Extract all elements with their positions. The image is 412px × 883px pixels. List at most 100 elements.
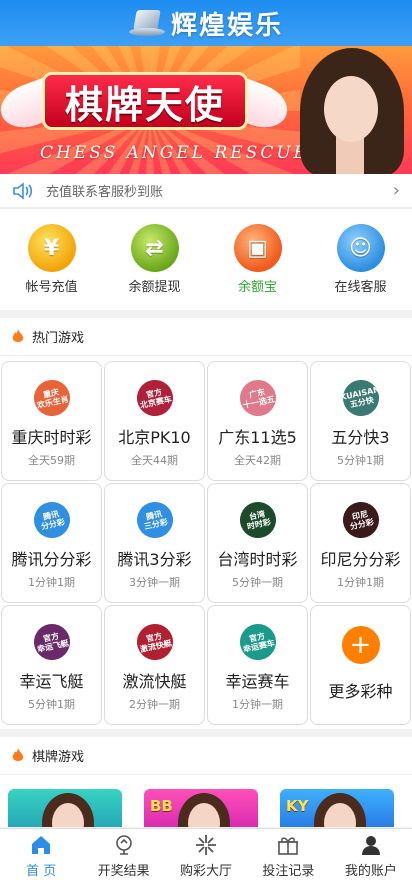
quick-yuebao-button[interactable]: ▣ 余额宝 xyxy=(206,209,309,310)
game-name: 腾讯分分彩 xyxy=(11,550,92,569)
game-frequency: 全天42期 xyxy=(234,454,281,467)
app-page: 辉煌娱乐 棋牌天使 CHESS ANGEL RESCUE 充值联系客服秒到账 ›… xyxy=(0,0,412,883)
game-tile[interactable]: 台湾 时时彩台湾时时彩 5分钟一期 xyxy=(207,483,308,603)
lottery-badge-icon: 腾讯 分分彩 xyxy=(30,498,73,542)
hot-games-grid: 重庆 欢乐生肖 重庆时时彩 全天59期 官方 北京赛车 北京PK10 全天44期 广东 十一… xyxy=(0,356,412,729)
section-title: 棋牌游戏 xyxy=(32,750,85,765)
user-icon xyxy=(361,836,380,855)
card-tag: BB xyxy=(150,797,173,815)
card-games-row: BB KY xyxy=(0,775,412,827)
customer-service-icon: ☺ xyxy=(336,224,385,272)
game-name: 印尼分分彩 xyxy=(320,550,401,569)
logo: 辉煌娱乐 xyxy=(128,5,283,42)
game-frequency: 2分钟一期 xyxy=(129,698,180,711)
quick-service-button[interactable]: ☺ 在线客服 xyxy=(309,209,412,310)
game-frequency: 全天44期 xyxy=(131,454,178,467)
lottery-badge-icon: 官方 幸运飞艇 xyxy=(30,620,73,664)
card-tag: KY xyxy=(286,797,309,815)
game-tile[interactable]: 印尼 分分彩印尼分分彩 1分钟1期 xyxy=(310,483,411,603)
gift-box-icon: ▣ xyxy=(233,224,282,272)
game-tile[interactable]: 官方 北京赛车北京PK10 全天44期 xyxy=(104,361,205,481)
flame-icon xyxy=(12,748,24,761)
game-name: 广东11选5 xyxy=(218,428,297,447)
banner-title: 棋牌天使 xyxy=(64,82,225,127)
lottery-badge-icon: 重庆 欢乐生肖 xyxy=(30,376,73,420)
lottery-badge-icon: 广东 十一选五 xyxy=(236,376,279,420)
game-tile[interactable]: 重庆 欢乐生肖重庆时时彩全天59期 xyxy=(1,361,102,481)
notice-bar[interactable]: 充值联系客服秒到账 › xyxy=(0,174,412,208)
more-games-label: 更多彩种 xyxy=(328,682,393,701)
game-name: 激流快艇 xyxy=(122,672,187,691)
quick-label: 余额宝 xyxy=(237,280,277,295)
hot-games-header: 热门游戏 xyxy=(0,318,412,356)
lottery-badge-icon: 腾讯 三分彩 xyxy=(133,498,176,542)
logo-gem-icon xyxy=(128,8,165,38)
lottery-badge-icon: KUAISAN 五分快 xyxy=(339,376,382,420)
game-tile[interactable]: 官方 激流快艇激流快艇 2分钟一期 xyxy=(104,605,205,725)
banner-title-box: 棋牌天使 xyxy=(42,72,248,130)
game-tile[interactable]: KUAISAN 五分快五分快3 5分钟1期 xyxy=(310,361,411,481)
card-game-tile[interactable]: KY xyxy=(280,789,394,827)
promo-banner[interactable]: 棋牌天使 CHESS ANGEL RESCUE xyxy=(0,46,412,174)
banner-subtitle: CHESS ANGEL RESCUE xyxy=(40,143,310,163)
flame-icon xyxy=(12,329,24,342)
game-name: 五分快3 xyxy=(331,428,390,447)
game-frequency: 全天59期 xyxy=(28,454,75,467)
tab-results[interactable]: 开奖结果 xyxy=(82,829,164,883)
section-title: 热门游戏 xyxy=(32,331,85,346)
game-tile[interactable]: 广东 十一选五广东11选5 全天42期 xyxy=(207,361,308,481)
tab-label: 我的账户 xyxy=(344,864,397,879)
game-frequency: 3分钟一期 xyxy=(129,576,180,589)
game-frequency: 5分钟一期 xyxy=(232,576,283,589)
more-games-button[interactable]: + 更多彩种 xyxy=(310,605,411,725)
lottery-badge-icon: 官方 幸运赛车 xyxy=(236,620,279,664)
coin-exchange-icon: ⇄ xyxy=(130,224,179,272)
tab-my-account[interactable]: 我的账户 xyxy=(330,829,412,883)
card-games-header: 棋牌游戏 xyxy=(0,737,412,775)
quick-actions: ¥ 帐号充值 ⇄ 余额提现 ▣ 余额宝 ☺ 在线客服 xyxy=(0,208,412,310)
game-tile[interactable]: 官方 幸运赛车幸运赛车 1分钟一期 xyxy=(207,605,308,725)
bottom-tab-bar: 首 页 开奖结果 购彩大厅 投注记录 我的账户 xyxy=(0,828,412,883)
game-frequency: 1分钟1期 xyxy=(28,576,75,589)
game-frequency: 1分钟一期 xyxy=(232,698,283,711)
game-name: 北京PK10 xyxy=(118,428,191,447)
top-header: 辉煌娱乐 xyxy=(0,0,412,46)
app-title: 辉煌娱乐 xyxy=(170,10,283,41)
game-name: 台湾时时彩 xyxy=(217,550,298,569)
lottery-badge-icon: 官方 激流快艇 xyxy=(133,620,176,664)
game-tile[interactable]: 腾讯 三分彩腾讯3分彩 3分钟一期 xyxy=(104,483,205,603)
chevron-right-icon: › xyxy=(392,180,400,201)
game-frequency: 5分钟1期 xyxy=(337,454,384,467)
lottery-badge-icon: 官方 北京赛车 xyxy=(133,376,176,420)
star-burst-icon xyxy=(196,835,217,855)
banner-model-image xyxy=(282,46,412,174)
tab-bet-records[interactable]: 投注记录 xyxy=(247,829,329,883)
tab-home[interactable]: 首 页 xyxy=(0,829,82,883)
tab-lottery-hall[interactable]: 购彩大厅 xyxy=(165,829,247,883)
lottery-badge-icon: 台湾 时时彩 xyxy=(236,498,279,542)
game-tile[interactable]: 腾讯 分分彩腾讯分分彩 1分钟1期 xyxy=(1,483,102,603)
game-name: 重庆时时彩 xyxy=(11,428,92,447)
game-name: 幸运赛车 xyxy=(225,672,290,691)
card-game-tile[interactable] xyxy=(8,789,122,827)
quick-label: 在线客服 xyxy=(334,280,387,295)
tab-label: 开奖结果 xyxy=(97,864,150,879)
card-game-tile[interactable]: BB xyxy=(144,789,258,827)
lottery-badge-icon: 印尼 分分彩 xyxy=(339,498,382,542)
home-icon xyxy=(32,836,51,854)
game-frequency: 1分钟1期 xyxy=(337,576,384,589)
game-frequency: 5分钟1期 xyxy=(28,698,75,711)
quick-label: 帐号充值 xyxy=(25,280,78,295)
trophy-icon xyxy=(115,835,132,855)
game-name: 幸运飞艇 xyxy=(19,672,84,691)
quick-recharge-button[interactable]: ¥ 帐号充值 xyxy=(0,209,103,310)
quick-withdraw-button[interactable]: ⇄ 余额提现 xyxy=(103,209,206,310)
game-name: 腾讯3分彩 xyxy=(117,550,192,569)
tab-label: 购彩大厅 xyxy=(180,864,233,879)
game-tile[interactable]: 官方 幸运飞艇幸运飞艇 5分钟1期 xyxy=(1,605,102,725)
plus-icon: + xyxy=(341,626,380,664)
notice-text: 充值联系客服秒到账 xyxy=(46,185,164,200)
quick-label: 余额提现 xyxy=(128,280,181,295)
gift-icon xyxy=(278,837,299,855)
tab-label: 投注记录 xyxy=(262,864,315,879)
